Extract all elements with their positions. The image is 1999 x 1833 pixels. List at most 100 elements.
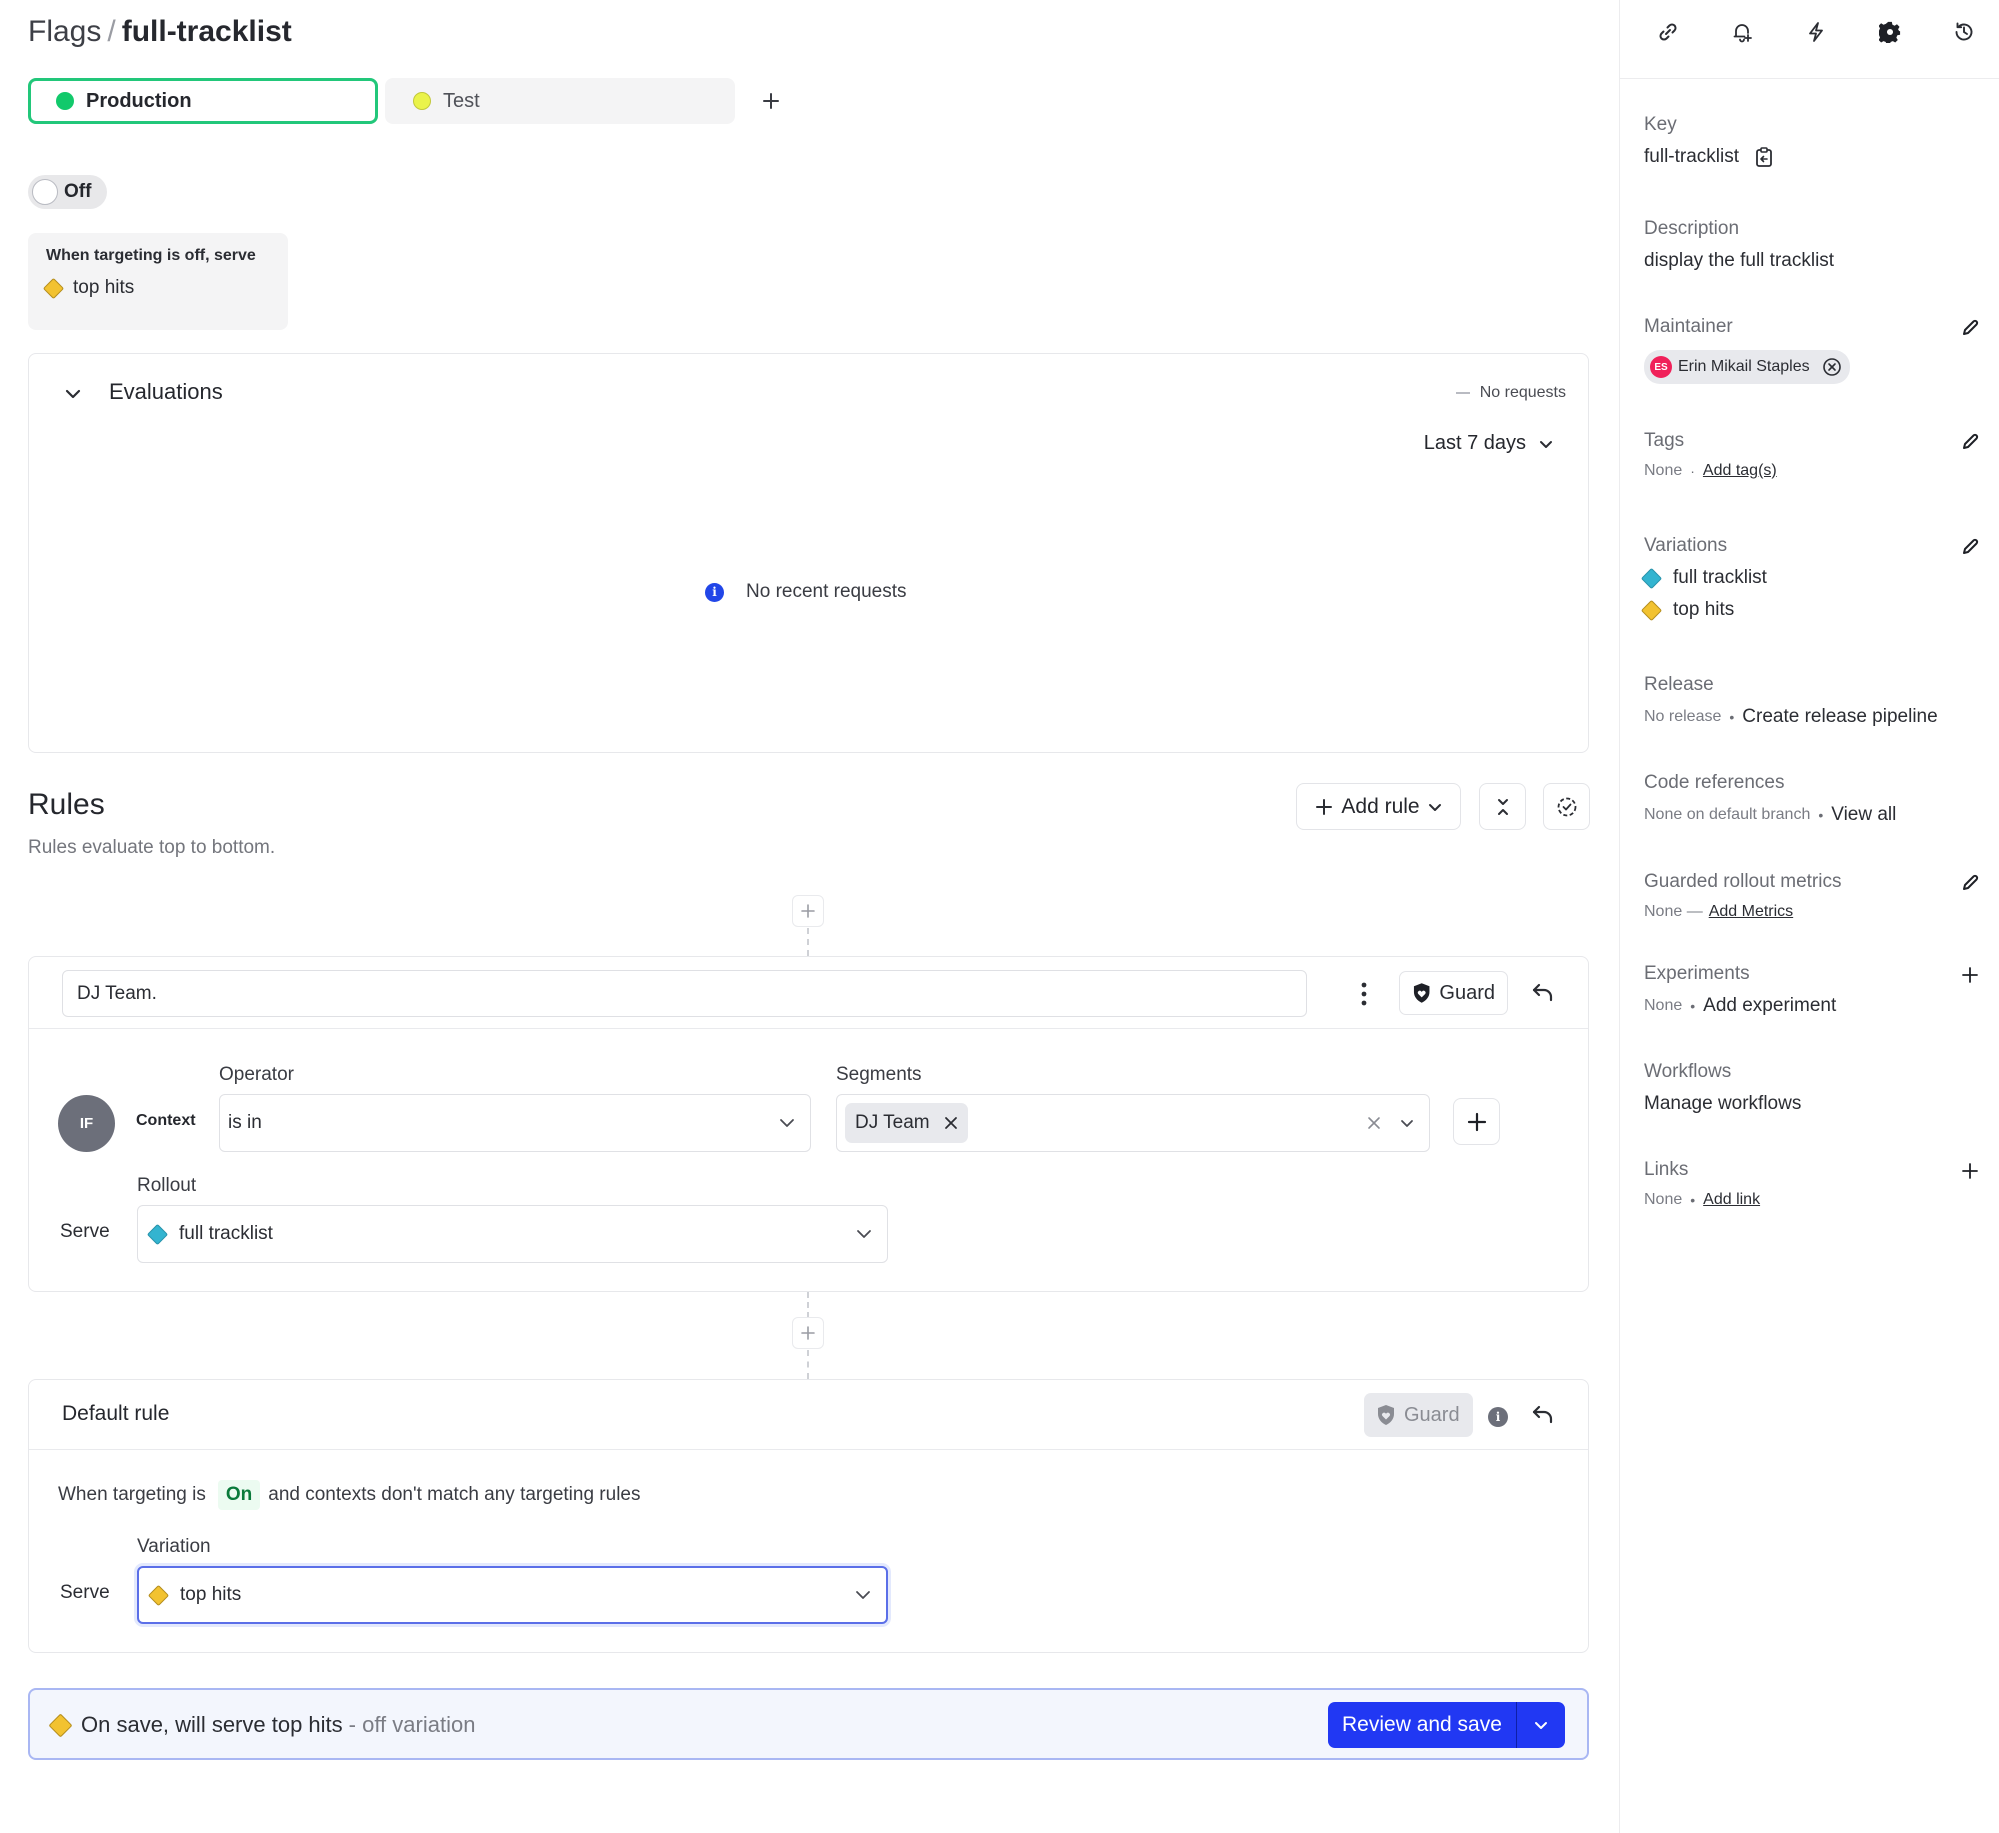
- create-release-pipeline-link[interactable]: Create release pipeline: [1742, 706, 1937, 728]
- operator-select[interactable]: is in: [219, 1094, 811, 1152]
- copy-link-button[interactable]: [1653, 17, 1683, 47]
- sidebar-section-variations: Variations full tracklist top hits: [1640, 535, 1984, 621]
- when-suffix: and contexts don't match any targeting r…: [268, 1484, 641, 1505]
- maintainer-name: Erin Mikail Staples: [1678, 358, 1810, 375]
- variation-item: full tracklist: [1640, 567, 1984, 589]
- review-and-save-button[interactable]: Review and save: [1328, 1702, 1517, 1748]
- rule-name-input[interactable]: DJ Team.: [62, 970, 1307, 1017]
- sidebar-section-guarded-metrics: Guarded rollout metrics None — Add Metri…: [1644, 871, 1984, 921]
- targeting-state-pill: On: [217, 1480, 261, 1510]
- edit-metrics-button[interactable]: [1958, 871, 1982, 895]
- sidebar-section-maintainer: Maintainer ES Erin Mikail Staples: [1644, 316, 1984, 384]
- section-label: Release: [1644, 674, 1714, 695]
- rule-card: DJ Team. Guard IF Context Operator is in…: [28, 956, 1589, 1292]
- review-and-save-split-button: Review and save: [1328, 1702, 1565, 1748]
- view-all-link[interactable]: View all: [1831, 804, 1896, 826]
- settings-button[interactable]: [1875, 17, 1905, 47]
- add-clause-button[interactable]: [1453, 1098, 1500, 1145]
- collapse-all-button[interactable]: [1479, 783, 1526, 830]
- tab-label: Production: [86, 89, 192, 112]
- rollout-value: full tracklist: [179, 1223, 273, 1244]
- undo-button[interactable]: [1529, 979, 1557, 1007]
- edit-maintainer-button[interactable]: [1958, 316, 1982, 340]
- section-label: Links: [1644, 1159, 1689, 1180]
- notifications-button[interactable]: [1727, 17, 1757, 47]
- section-label: Guarded rollout metrics: [1644, 871, 1842, 892]
- default-variation-select[interactable]: top hits: [137, 1566, 888, 1624]
- breadcrumb-flags[interactable]: Flags: [28, 15, 101, 48]
- flag-key-value: full-tracklist: [1644, 146, 1740, 167]
- save-bar: On save, will serve top hits - off varia…: [28, 1688, 1589, 1760]
- targeting-toggle[interactable]: Off: [28, 175, 107, 209]
- more-vertical-icon[interactable]: [1357, 981, 1371, 1007]
- collapse-evaluations-button[interactable]: [63, 384, 83, 404]
- add-environment-button[interactable]: [756, 86, 786, 116]
- connector-line: [807, 928, 809, 956]
- time-range-dropdown[interactable]: Last 7 days: [1424, 432, 1554, 455]
- add-experiment-link[interactable]: Add experiment: [1703, 995, 1836, 1017]
- remove-circle-icon[interactable]: [1822, 357, 1842, 377]
- edit-tags-button[interactable]: [1958, 430, 1982, 454]
- collapse-icon: [1497, 798, 1508, 815]
- rules-title: Rules: [28, 788, 105, 821]
- plus-icon: [1316, 798, 1333, 815]
- add-link-link[interactable]: Add link: [1703, 1191, 1760, 1209]
- plus-icon: [1467, 1112, 1486, 1131]
- sidebar-section-workflows: Workflows Manage workflows: [1644, 1061, 1984, 1115]
- history-button[interactable]: [1949, 17, 1979, 47]
- sidebar-section-release: Release No release • Create release pipe…: [1644, 674, 1984, 728]
- guard-button-disabled: Guard: [1364, 1393, 1473, 1437]
- add-link-button[interactable]: [1958, 1159, 1982, 1183]
- clear-icon[interactable]: [1367, 1116, 1381, 1130]
- edit-variations-button[interactable]: [1958, 535, 1982, 559]
- segment-chip-label: DJ Team: [855, 1112, 930, 1133]
- plus-icon: [801, 904, 815, 918]
- section-label: Experiments: [1644, 963, 1750, 984]
- rollout-select[interactable]: full tracklist: [137, 1205, 888, 1263]
- separator: •: [1690, 1192, 1696, 1208]
- add-rule-button[interactable]: Add rule: [1296, 783, 1461, 830]
- triggers-button[interactable]: [1801, 17, 1831, 47]
- chevron-down-icon: [65, 389, 81, 399]
- time-range-value: Last 7 days: [1423, 432, 1526, 454]
- default-rule-header: Default rule Guard i: [29, 1380, 1588, 1450]
- add-tags-link[interactable]: Add tag(s): [1703, 462, 1777, 480]
- code-references-none: None on default branch: [1644, 806, 1811, 823]
- guard-button[interactable]: Guard: [1399, 971, 1508, 1015]
- breadcrumb-separator: /: [107, 15, 116, 48]
- environment-color-dot: [413, 92, 431, 110]
- operator-label: Operator: [219, 1064, 294, 1085]
- chevron-down-icon: [1534, 1722, 1547, 1729]
- tab-production[interactable]: Production: [28, 78, 378, 124]
- add-experiment-button[interactable]: [1958, 963, 1982, 987]
- flag-name: full-tracklist: [121, 15, 292, 48]
- insert-rule-button[interactable]: [792, 895, 824, 927]
- segment-chip: DJ Team: [845, 1103, 968, 1143]
- sidebar-section-code-references: Code references None on default branch •…: [1644, 772, 1984, 826]
- check-rules-button[interactable]: [1543, 783, 1590, 830]
- shield-heart-icon: [1378, 1405, 1394, 1425]
- page-title: Flags / full-tracklist: [28, 12, 292, 52]
- plus-icon: [763, 93, 779, 109]
- tab-test[interactable]: Test: [385, 78, 735, 124]
- insert-rule-button[interactable]: [792, 1317, 824, 1349]
- save-options-button[interactable]: [1517, 1702, 1565, 1748]
- chevron-down-icon: [780, 1119, 794, 1127]
- rule-header: DJ Team. Guard: [29, 957, 1588, 1029]
- undo-button[interactable]: [1529, 1401, 1557, 1429]
- variation-name: top hits: [1673, 599, 1735, 620]
- segments-select[interactable]: DJ Team: [836, 1094, 1430, 1152]
- copy-clipboard-icon[interactable]: [1755, 147, 1773, 167]
- manage-workflows-link[interactable]: Manage workflows: [1644, 1093, 1801, 1115]
- variation-diamond-icon: [147, 1584, 170, 1606]
- chevron-down-icon: [1401, 1120, 1413, 1127]
- plus-icon: [1962, 1163, 1978, 1179]
- info-icon[interactable]: i: [1488, 1407, 1508, 1427]
- off-serve-summary: When targeting is off, serve top hits: [28, 233, 288, 330]
- add-metrics-link[interactable]: Add Metrics: [1709, 903, 1793, 921]
- variation-item: top hits: [1640, 599, 1984, 621]
- guard-label: Guard: [1404, 1403, 1460, 1426]
- serve-label: Serve: [60, 1221, 110, 1242]
- if-badge: IF: [58, 1095, 115, 1152]
- remove-segment-icon[interactable]: [944, 1116, 958, 1130]
